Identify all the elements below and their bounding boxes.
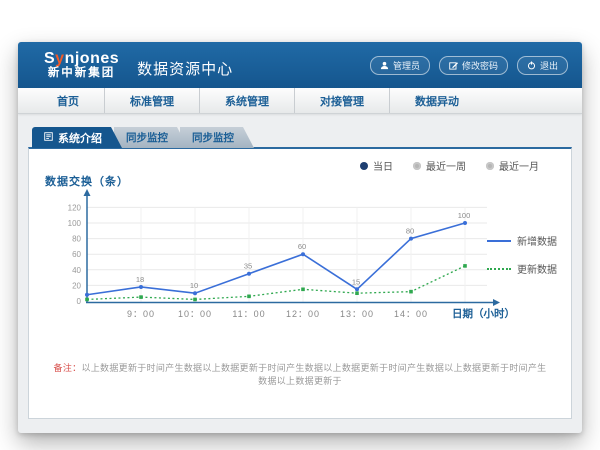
legend-item-new-data[interactable]: 新增数据	[487, 233, 557, 248]
svg-text:60: 60	[72, 250, 81, 259]
svg-text:13：00: 13：00	[340, 309, 374, 319]
svg-text:9：00: 9：00	[127, 309, 155, 319]
svg-text:10: 10	[190, 281, 198, 290]
svg-text:日期（小时）: 日期（小时）	[452, 307, 515, 320]
chart-wrap: 0 20 40 60 80 100 120 9：00 10：00 11：00 12：00 13：00 1…	[41, 189, 523, 346]
power-icon	[527, 61, 536, 70]
content-area: 系统介绍 同步监控 同步监控 当日 最近一周	[18, 114, 582, 419]
svg-text:15: 15	[352, 277, 360, 286]
svg-text:14：00: 14：00	[394, 309, 428, 319]
svg-text:12：00: 12：00	[286, 309, 320, 319]
tab-bar: 系统介绍 同步监控 同步监控	[28, 126, 572, 148]
logo-chinese: 新中新集团	[44, 67, 119, 79]
svg-text:100: 100	[68, 219, 82, 228]
note-text: 以上数据更新于时间产生数据以上数据更新于时间产生数据以上数据更新于时间产生数据以…	[81, 363, 546, 386]
legend-item-updated-data[interactable]: 更新数据	[487, 261, 557, 276]
logout-label: 退出	[540, 59, 558, 72]
nav-item-interface-mgmt[interactable]: 对接管理	[295, 88, 390, 113]
user-area: 管理员 修改密码 退出	[370, 56, 568, 75]
app-header: Synjones 新中新集团 数据资源中心 管理员 修改密码 退出	[18, 42, 582, 88]
nav-item-system-mgmt[interactable]: 系统管理	[200, 88, 295, 113]
time-range-filter: 当日 最近一周 最近一月	[360, 158, 539, 173]
change-password-label: 修改密码	[462, 59, 498, 72]
tab-sync-monitor-2[interactable]: 同步监控	[180, 127, 254, 148]
radio-icon	[486, 162, 494, 170]
document-icon	[44, 132, 53, 144]
svg-text:40: 40	[72, 266, 81, 275]
logout-button[interactable]: 退出	[517, 56, 568, 75]
nav-item-standard-mgmt[interactable]: 标准管理	[105, 88, 200, 113]
svg-text:60: 60	[298, 242, 306, 251]
tab-system-intro[interactable]: 系统介绍	[32, 127, 122, 148]
svg-text:120: 120	[68, 203, 82, 212]
legend-label: 新增数据	[517, 233, 557, 248]
logo-text: njones	[65, 50, 120, 67]
y-axis-title: 数据交换（条）	[45, 173, 129, 189]
main-nav: 首页 标准管理 系统管理 对接管理 数据异动	[18, 88, 582, 114]
tab-label: 系统介绍	[58, 130, 102, 146]
radio-label: 最近一月	[499, 158, 539, 173]
tab-label: 同步监控	[192, 130, 234, 145]
svg-text:18: 18	[136, 275, 144, 284]
page-title: 数据资源中心	[137, 52, 233, 79]
line-swatch-icon	[487, 240, 511, 242]
radio-label: 最近一周	[426, 158, 466, 173]
radio-label: 当日	[373, 158, 393, 173]
radio-last-week[interactable]: 最近一周	[413, 158, 466, 173]
dotted-line-swatch-icon	[487, 268, 511, 270]
chart-legend: 新增数据 更新数据	[487, 233, 557, 276]
logo-accent: y	[55, 50, 64, 67]
svg-text:100: 100	[458, 211, 471, 220]
chart-panel: 当日 最近一周 最近一月 数据交换（条） 0 20 40 60 80 100 120 9：00…	[28, 147, 572, 419]
svg-text:80: 80	[406, 227, 414, 236]
line-chart: 0 20 40 60 80 100 120 9：00 10：00 11：00 12：00 13：00 1…	[41, 189, 523, 341]
radio-icon	[360, 162, 368, 170]
nav-item-data-change[interactable]: 数据异动	[390, 88, 484, 113]
svg-text:80: 80	[72, 235, 81, 244]
svg-text:10：00: 10：00	[178, 309, 212, 319]
radio-icon	[413, 162, 421, 170]
svg-text:20: 20	[72, 281, 81, 290]
edit-icon	[449, 61, 458, 70]
company-logo: Synjones 新中新集团	[44, 51, 119, 80]
svg-text:0: 0	[77, 297, 82, 306]
svg-text:11：00: 11：00	[232, 309, 265, 319]
app-window: Synjones 新中新集团 数据资源中心 管理员 修改密码 退出	[18, 42, 582, 433]
admin-user-button[interactable]: 管理员	[370, 56, 430, 75]
legend-label: 更新数据	[517, 261, 557, 276]
logo-english: Synjones	[44, 51, 119, 68]
tab-sync-monitor-1[interactable]: 同步监控	[114, 127, 188, 148]
radio-last-month[interactable]: 最近一月	[486, 158, 539, 173]
admin-user-label: 管理员	[393, 59, 420, 72]
footer-note: 备注：以上数据更新于时间产生数据以上数据更新于时间产生数据以上数据更新于时间产生…	[29, 361, 571, 387]
nav-item-home[interactable]: 首页	[32, 88, 105, 113]
change-password-button[interactable]: 修改密码	[439, 56, 508, 75]
logo-text: S	[44, 50, 55, 67]
user-icon	[380, 61, 389, 70]
note-prefix: 备注：	[54, 363, 82, 373]
radio-today[interactable]: 当日	[360, 158, 393, 173]
svg-text:35: 35	[244, 262, 252, 271]
tab-label: 同步监控	[126, 130, 168, 145]
